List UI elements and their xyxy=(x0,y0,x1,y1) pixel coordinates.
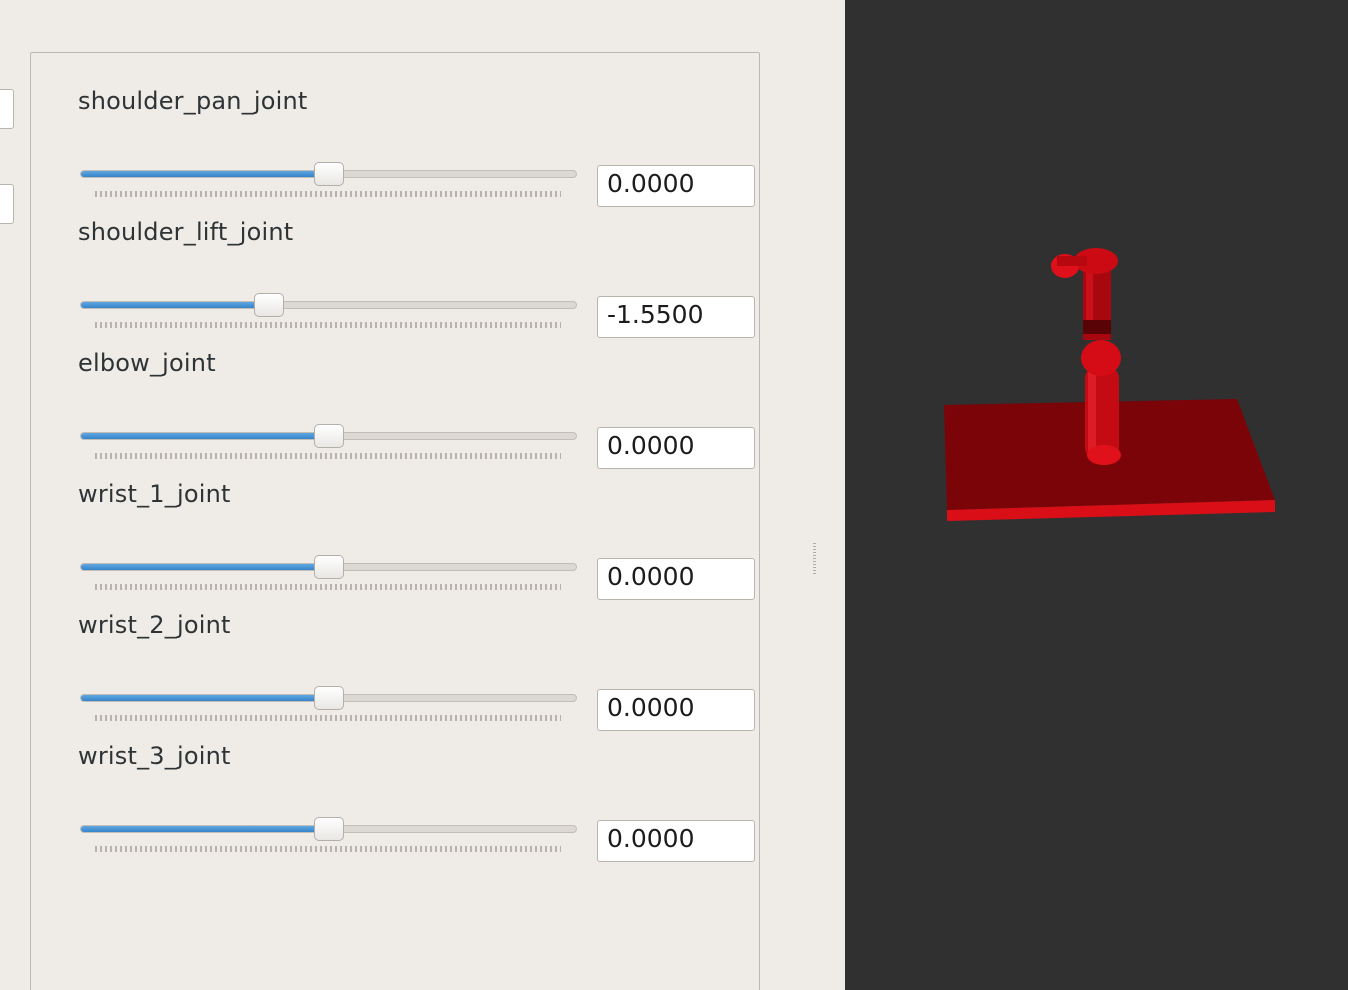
robot-upper-link-shadow xyxy=(1083,320,1111,334)
joint-slider[interactable] xyxy=(80,424,580,463)
joint-row-wrist-3: wrist_3_joint 0.0000 xyxy=(31,742,759,862)
slider-handle[interactable] xyxy=(313,555,344,579)
joint-sliders-group: shoulder_pan_joint 0.0000 shoulder_lift_… xyxy=(30,52,760,990)
joint-slider[interactable] xyxy=(80,162,580,201)
slider-handle[interactable] xyxy=(253,293,284,317)
joint-label: shoulder_lift_joint xyxy=(78,218,294,246)
joint-value-field[interactable]: 0.0000 xyxy=(597,427,755,469)
slider-ticks xyxy=(95,191,561,197)
slider-ticks xyxy=(95,453,561,459)
robot-elbow xyxy=(1081,340,1121,376)
slider-fill xyxy=(81,302,270,308)
slider-ticks xyxy=(95,322,561,328)
slider-handle[interactable] xyxy=(313,686,344,710)
robot-lower-link-highlight xyxy=(1088,372,1096,452)
slider-fill xyxy=(81,433,330,439)
joint-label: shoulder_pan_joint xyxy=(78,87,308,115)
joint-slider[interactable] xyxy=(80,555,580,594)
3d-viewport[interactable] xyxy=(845,0,1348,990)
joint-row-wrist-2: wrist_2_joint 0.0000 xyxy=(31,611,759,731)
joint-label: wrist_3_joint xyxy=(78,742,231,770)
joint-value-field[interactable]: 0.0000 xyxy=(597,558,755,600)
robot-scene xyxy=(944,248,1275,521)
robot-wrist-link xyxy=(1057,256,1087,266)
joint-row-wrist-1: wrist_1_joint 0.0000 xyxy=(31,480,759,600)
slider-ticks xyxy=(95,846,561,852)
joint-control-panel: shoulder_pan_joint 0.0000 shoulder_lift_… xyxy=(0,0,845,990)
joint-slider[interactable] xyxy=(80,293,580,332)
joint-label: elbow_joint xyxy=(78,349,216,377)
slider-fill xyxy=(81,171,330,177)
joint-value-field[interactable]: -1.5500 xyxy=(597,296,755,338)
slider-ticks xyxy=(95,715,561,721)
slider-track[interactable] xyxy=(80,301,577,309)
joint-slider[interactable] xyxy=(80,686,580,725)
joint-value-field[interactable]: 0.0000 xyxy=(597,165,755,207)
slider-ticks xyxy=(95,584,561,590)
joint-row-shoulder-pan: shoulder_pan_joint 0.0000 xyxy=(31,87,759,207)
slider-fill xyxy=(81,826,330,832)
slider-fill xyxy=(81,695,330,701)
joint-value-field[interactable]: 0.0000 xyxy=(597,689,755,731)
splitter-handle[interactable] xyxy=(813,543,816,575)
clipped-input-field[interactable] xyxy=(0,89,14,129)
joint-slider[interactable] xyxy=(80,817,580,856)
slider-handle[interactable] xyxy=(313,424,344,448)
slider-fill xyxy=(81,564,330,570)
joint-label: wrist_2_joint xyxy=(78,611,231,639)
joint-label: wrist_1_joint xyxy=(78,480,231,508)
slider-handle[interactable] xyxy=(313,162,344,186)
slider-handle[interactable] xyxy=(313,817,344,841)
robot-base-joint xyxy=(1087,445,1121,465)
joint-row-shoulder-lift: shoulder_lift_joint -1.5500 xyxy=(31,218,759,338)
app-window: shoulder_pan_joint 0.0000 shoulder_lift_… xyxy=(0,0,1348,990)
joint-value-field[interactable]: 0.0000 xyxy=(597,820,755,862)
joint-row-elbow: elbow_joint 0.0000 xyxy=(31,349,759,469)
clipped-input-field[interactable] xyxy=(0,184,14,224)
